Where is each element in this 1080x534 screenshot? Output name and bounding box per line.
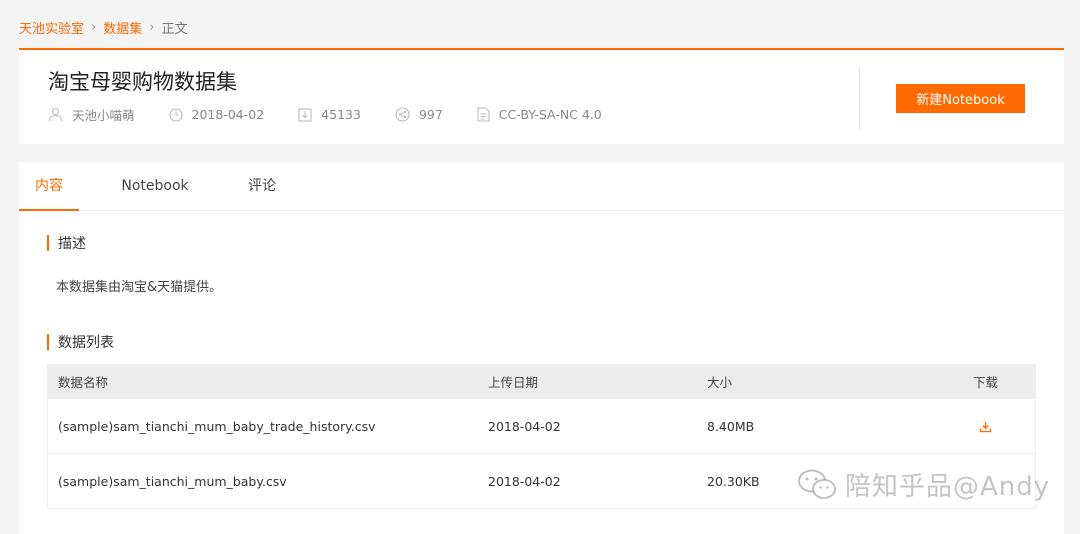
publish-date: 2018-04-02 <box>191 107 265 122</box>
file-size: 20.30KB <box>707 473 760 489</box>
table-header: 数据名称 上传日期 大小 下载 <box>48 365 1035 398</box>
share-count: 997 <box>418 107 443 122</box>
file-date: 2018-04-02 <box>488 418 561 434</box>
breadcrumb-current: 正文 <box>161 21 188 37</box>
page-title: 淘宝母婴购物数据集 <box>48 70 237 94</box>
share-icon <box>395 107 410 122</box>
watermark: 陪知乎品@Andy <box>797 466 1050 503</box>
file-list-heading: 数据列表 <box>47 332 114 352</box>
tab-comments[interactable]: 评论 <box>241 162 283 211</box>
meta-author: 天池小喵萌 <box>48 105 135 124</box>
file-size: 8.40MB <box>707 418 755 434</box>
new-notebook-button[interactable]: 新建Notebook <box>896 84 1025 113</box>
breadcrumb: 天池实验室 › 数据集 › 正文 <box>19 17 187 37</box>
description-text: 本数据集由淘宝&天猫提供。 <box>56 280 223 295</box>
breadcrumb-datasets[interactable]: 数据集 <box>103 18 142 37</box>
breadcrumb-tianchi-lab[interactable]: 天池实验室 <box>19 18 84 37</box>
dataset-meta: 天池小喵萌 2018-04-02 45133 997 CC-BY-SA-NC 4… <box>48 105 636 124</box>
meta-license: CC-BY-SA-NC 4.0 <box>477 107 602 122</box>
breadcrumb-separator: › <box>149 19 155 35</box>
file-name: (sample)sam_tianchi_mum_baby.csv <box>58 473 287 489</box>
breadcrumb-separator: › <box>91 19 97 35</box>
column-header-name: 数据名称 <box>58 375 109 390</box>
description-heading-text: 描述 <box>58 236 86 252</box>
tab-content[interactable]: 内容 <box>19 162 79 211</box>
download-icon <box>298 107 312 122</box>
file-list-heading-text: 数据列表 <box>58 335 114 351</box>
column-header-size: 大小 <box>707 375 733 390</box>
wechat-icon <box>798 469 836 499</box>
download-button[interactable] <box>979 420 992 433</box>
column-header-download: 下载 <box>972 375 998 390</box>
table-row: (sample)sam_tianchi_mum_baby_trade_histo… <box>48 398 1035 453</box>
section-accent-bar <box>47 334 49 350</box>
section-accent-bar <box>47 235 49 251</box>
description-heading: 描述 <box>47 233 86 253</box>
meta-downloads: 45133 <box>298 107 361 122</box>
user-icon <box>48 107 63 122</box>
meta-shares: 997 <box>395 107 443 122</box>
download-count: 45133 <box>321 107 361 122</box>
download-cell <box>968 399 1003 453</box>
license-icon <box>477 107 490 122</box>
tab-notebook[interactable]: Notebook <box>115 162 195 211</box>
header-divider <box>859 66 860 130</box>
clock-icon <box>168 107 183 122</box>
author-name[interactable]: 天池小喵萌 <box>72 105 135 124</box>
column-header-date: 上传日期 <box>488 375 539 390</box>
watermark-text: 陪知乎品@Andy <box>845 472 1051 502</box>
dataset-header: 淘宝母婴购物数据集 天池小喵萌 2018-04-02 45133 997 CC-… <box>19 48 1064 144</box>
license-text[interactable]: CC-BY-SA-NC 4.0 <box>499 107 602 122</box>
file-date: 2018-04-02 <box>488 473 561 489</box>
tab-bar: 内容 Notebook 评论 <box>19 162 1064 211</box>
meta-date: 2018-04-02 <box>168 107 265 122</box>
download-icon <box>979 421 992 432</box>
file-name: (sample)sam_tianchi_mum_baby_trade_histo… <box>58 418 376 434</box>
